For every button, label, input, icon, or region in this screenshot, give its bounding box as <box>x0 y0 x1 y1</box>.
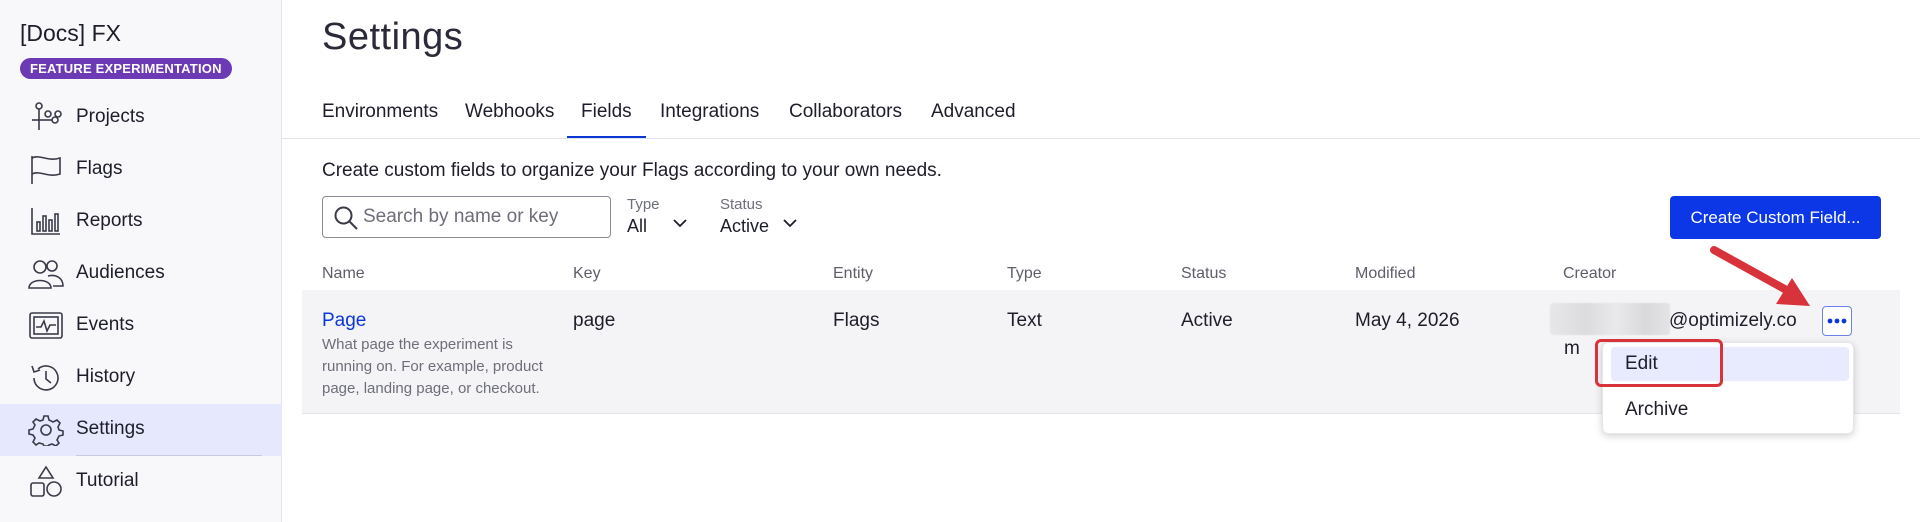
create-custom-field-button[interactable]: Create Custom Field... <box>1670 196 1881 239</box>
search-icon <box>333 205 359 231</box>
redacted-creator-name <box>1550 303 1670 335</box>
status-filter-label: Status <box>720 196 763 213</box>
field-modified: May 4, 2026 <box>1355 310 1460 331</box>
field-entity: Flags <box>833 310 880 331</box>
sidebar-item-history[interactable]: History <box>0 352 282 404</box>
field-name-link[interactable]: Page <box>322 310 366 332</box>
status-filter[interactable]: Status Active <box>720 196 802 240</box>
sidebar-item-audiences[interactable]: Audiences <box>0 248 282 300</box>
type-filter-value: All <box>627 216 648 236</box>
column-header-status: Status <box>1181 265 1227 282</box>
menu-item-archive[interactable]: Archive <box>1611 393 1849 427</box>
creator-email: @optimizely.co <box>1669 310 1797 331</box>
sidebar-item-flags[interactable]: Flags <box>0 144 282 196</box>
tabs-divider <box>282 138 1920 139</box>
column-header-creator: Creator <box>1563 265 1617 282</box>
sidebar-item-tutorial[interactable]: Tutorial <box>0 456 282 508</box>
projects-icon <box>28 102 64 134</box>
column-header-entity: Entity <box>833 265 874 282</box>
chevron-down-icon <box>781 214 799 232</box>
search-input[interactable] <box>363 203 603 231</box>
sidebar-item-reports[interactable]: Reports <box>0 196 282 248</box>
menu-item-label: Archive <box>1625 399 1689 420</box>
column-header-type: Type <box>1007 265 1042 282</box>
sidebar-item-projects[interactable]: Projects <box>0 92 282 144</box>
sidebar-item-settings[interactable]: Settings <box>0 404 282 456</box>
search-field[interactable] <box>322 196 611 238</box>
tab-environments[interactable]: Environments <box>322 98 438 140</box>
events-icon <box>28 310 64 342</box>
tab-fields[interactable]: Fields <box>567 98 646 140</box>
sidebar: [Docs] FX FEATURE EXPERIMENTATION Projec… <box>0 0 282 522</box>
row-actions-button[interactable] <box>1822 306 1852 336</box>
reports-icon <box>28 206 64 238</box>
column-header-name: Name <box>322 265 365 282</box>
sidebar-item-label: Tutorial <box>76 470 139 491</box>
tab-collaborators[interactable]: Collaborators <box>789 98 902 140</box>
creator-email-wrap: m <box>1564 338 1580 359</box>
sidebar-item-label: Reports <box>76 210 143 231</box>
tab-integrations[interactable]: Integrations <box>660 98 759 140</box>
page-description: Create custom fields to organize your Fl… <box>322 160 942 181</box>
tab-webhooks[interactable]: Webhooks <box>465 98 554 140</box>
status-filter-value: Active <box>720 216 770 236</box>
flag-icon <box>28 154 64 186</box>
sidebar-item-label: Projects <box>76 106 145 127</box>
column-header-modified: Modified <box>1355 265 1416 282</box>
settings-icon <box>28 414 64 447</box>
field-type: Text <box>1007 310 1042 331</box>
page-title: Settings <box>322 16 464 58</box>
sidebar-item-events[interactable]: Events <box>0 300 282 352</box>
sidebar-item-label: Audiences <box>76 262 165 283</box>
field-description: What page the experiment is running on. … <box>322 336 543 397</box>
menu-item-edit[interactable]: Edit <box>1611 347 1849 381</box>
tutorial-icon <box>28 465 64 498</box>
sidebar-item-label: History <box>76 366 136 387</box>
sidebar-item-label: Flags <box>76 158 123 179</box>
menu-item-label: Edit <box>1625 353 1658 374</box>
tab-advanced[interactable]: Advanced <box>931 98 1016 140</box>
chevron-down-icon <box>671 214 689 232</box>
audiences-icon <box>28 258 64 290</box>
column-header-key: Key <box>573 265 601 282</box>
type-filter-label: Type <box>627 196 660 213</box>
sidebar-item-label: Settings <box>76 418 145 439</box>
sidebar-item-label: Events <box>76 314 135 335</box>
more-horizontal-icon <box>1827 318 1847 324</box>
app-name: [Docs] FX <box>20 20 121 46</box>
history-icon <box>28 362 64 394</box>
row-actions-menu: Edit Archive <box>1602 342 1854 434</box>
field-key: page <box>573 310 616 331</box>
field-status: Active <box>1181 310 1233 331</box>
product-badge: FEATURE EXPERIMENTATION <box>20 58 232 79</box>
type-filter[interactable]: Type All <box>627 196 693 240</box>
